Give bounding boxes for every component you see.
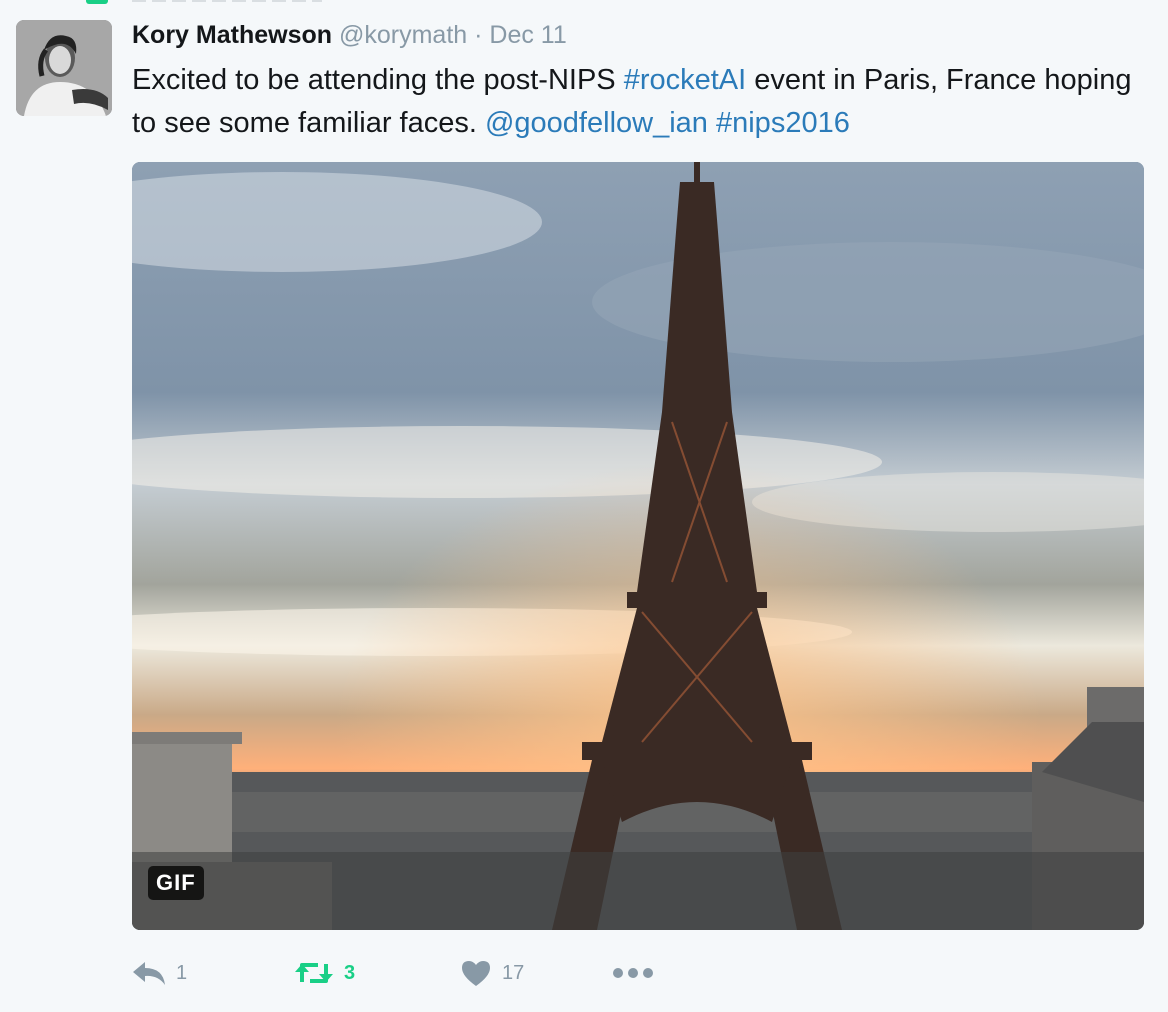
eiffel-tower-sunset-image xyxy=(132,162,1144,930)
more-dots-icon xyxy=(613,968,653,978)
retweet-icon xyxy=(295,963,333,983)
author-handle[interactable]: @korymath xyxy=(339,21,467,49)
reply-icon xyxy=(133,962,165,985)
tweet-date[interactable]: Dec 11 xyxy=(489,21,566,49)
gif-badge: GIF xyxy=(148,866,204,900)
reply-button[interactable]: 1 xyxy=(132,952,187,994)
like-count: 17 xyxy=(502,961,525,984)
header-separator: · xyxy=(474,21,483,49)
mention-goodfellow-ian-link[interactable]: @goodfellow_ian xyxy=(485,107,708,139)
reply-count: 1 xyxy=(176,961,188,984)
like-button[interactable]: 17 xyxy=(460,952,524,994)
previous-tweet-indicator xyxy=(86,0,108,4)
previous-tweet-faded-text xyxy=(132,0,322,2)
retweet-button[interactable]: 3 xyxy=(294,952,355,994)
author-name[interactable]: Kory Mathewson xyxy=(132,21,332,49)
tweet-text: Excited to be attending the post-NIPS #r… xyxy=(132,59,1152,145)
avatar[interactable] xyxy=(16,20,112,116)
heart-icon xyxy=(462,961,490,986)
tweet-actions: 1 3 17 xyxy=(132,952,732,994)
tweet-media-gif[interactable]: GIF xyxy=(132,162,1144,930)
tweet-text-segment xyxy=(708,107,716,139)
more-button[interactable] xyxy=(612,952,654,994)
tweet-header: Kory Mathewson @korymath · Dec 11 xyxy=(132,19,567,51)
hashtag-rocketai-link[interactable]: #rocketAI xyxy=(624,64,747,96)
tweet-text-segment: Excited to be attending the post-NIPS xyxy=(132,64,624,96)
retweet-count: 3 xyxy=(344,961,356,984)
hashtag-nips2016-link[interactable]: #nips2016 xyxy=(716,107,850,139)
